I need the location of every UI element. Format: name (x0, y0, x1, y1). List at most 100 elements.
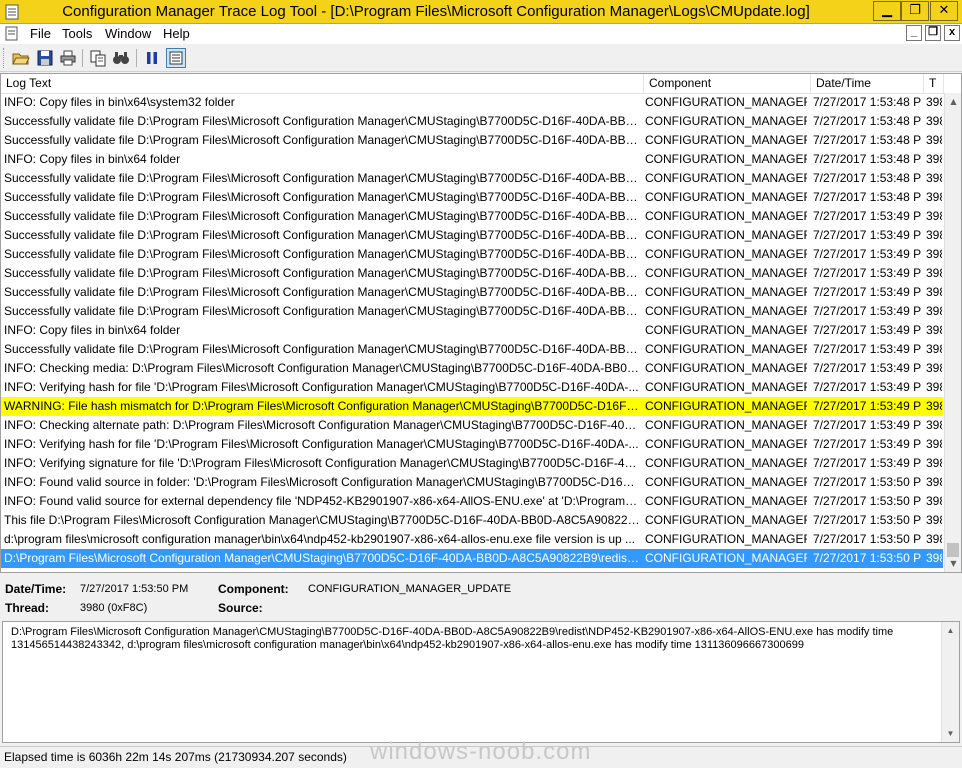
thread-cell: 398 (926, 266, 942, 280)
table-row[interactable]: Successfully validate file D:\Program Fi… (1, 169, 943, 188)
thread-cell: 398 (926, 532, 942, 546)
component-cell: CONFIGURATION_MANAGER_ (645, 513, 807, 527)
log-text-cell: Successfully validate file D:\Program Fi… (4, 304, 640, 318)
table-row[interactable]: Successfully validate file D:\Program Fi… (1, 131, 943, 150)
table-row[interactable]: Successfully validate file D:\Program Fi… (1, 207, 943, 226)
pause-icon[interactable] (142, 48, 162, 68)
toolbar-grip[interactable] (3, 48, 7, 68)
menu-bar: File Tools Window Help _ ❐ x (0, 24, 962, 44)
highlight-icon[interactable] (166, 48, 186, 68)
datetime-cell: 7/27/2017 1:53:49 PM (813, 304, 921, 318)
scroll-down-icon[interactable]: ▼ (942, 725, 959, 742)
log-text-cell: Successfully validate file D:\Program Fi… (4, 228, 640, 242)
menu-window[interactable]: Window (105, 26, 151, 41)
message-text: D:\Program Files\Microsoft Configuration… (11, 626, 931, 652)
menu-file[interactable]: File (30, 26, 51, 41)
component-cell: CONFIGURATION_MANAGER_ (645, 171, 807, 185)
log-text-cell: INFO: Checking alternate path: D:\Progra… (4, 418, 640, 432)
thread-cell: 398 (926, 171, 942, 185)
thread-cell: 398 (926, 399, 942, 413)
column-header-log-text[interactable]: Log Text (1, 74, 644, 93)
table-row[interactable]: Successfully validate file D:\Program Fi… (1, 226, 943, 245)
table-row[interactable]: Successfully validate file D:\Program Fi… (1, 112, 943, 131)
minimize-button[interactable]: ▁ (873, 1, 901, 21)
open-icon[interactable] (11, 48, 31, 68)
table-row[interactable]: INFO: Found valid source for external de… (1, 492, 943, 511)
datetime-cell: 7/27/2017 1:53:48 PM (813, 190, 921, 204)
datetime-label: Date/Time: (5, 582, 67, 596)
table-row[interactable]: INFO: Copy files in bin\x64 folder CONFIG… (1, 150, 943, 169)
component-cell: CONFIGURATION_MANAGER_ (645, 209, 807, 223)
scroll-down-icon[interactable]: ▼ (945, 555, 961, 572)
component-cell: CONFIGURATION_MANAGER_ (645, 418, 807, 432)
component-cell: CONFIGURATION_MANAGER_ (645, 494, 807, 508)
table-row[interactable]: INFO: Verifying hash for file 'D:\Progra… (1, 435, 943, 454)
table-row[interactable]: This file D:\Program Files\Microsoft Con… (1, 511, 943, 530)
datetime-cell: 7/27/2017 1:53:50 PM (813, 513, 921, 527)
message-line: 131456514438243342, d:\program files\mic… (11, 639, 804, 651)
thread-cell: 398 (926, 228, 942, 242)
log-text-cell: d:\program files\microsoft configuration… (4, 532, 636, 546)
table-row[interactable]: Successfully validate file D:\Program Fi… (1, 264, 943, 283)
title-bar: Configuration Manager Trace Log Tool - [… (0, 0, 962, 24)
component-cell: CONFIGURATION_MANAGER_ (645, 323, 807, 337)
scroll-up-icon[interactable]: ▲ (942, 622, 959, 639)
table-row[interactable]: D:\Program Files\Microsoft Configuration… (1, 549, 943, 568)
table-row[interactable]: WARNING: File hash mismatch for D:\Progr… (1, 397, 943, 416)
datetime-cell: 7/27/2017 1:53:49 PM (813, 399, 921, 413)
table-row[interactable]: INFO: Verifying hash for file 'D:\Progra… (1, 378, 943, 397)
thread-cell: 398 (926, 551, 942, 565)
component-cell: CONFIGURATION_MANAGER_ (645, 475, 807, 489)
menu-tools[interactable]: Tools (62, 26, 92, 41)
copy-icon[interactable] (88, 48, 108, 68)
table-row[interactable]: INFO: Copy files in bin\x64\system32 fol… (1, 93, 943, 112)
table-row[interactable]: INFO: Copy files in bin\x64 folder CONFIG… (1, 321, 943, 340)
datetime-cell: 7/27/2017 1:53:49 PM (813, 361, 921, 375)
column-header-datetime[interactable]: Date/Time (811, 74, 924, 93)
thread-cell: 398 (926, 418, 942, 432)
find-icon[interactable] (111, 48, 131, 68)
message-scrollbar[interactable]: ▲ ▼ (941, 622, 959, 742)
print-icon[interactable] (58, 48, 78, 68)
datetime-cell: 7/27/2017 1:53:48 PM (813, 95, 921, 109)
table-row[interactable]: Successfully validate file D:\Program Fi… (1, 188, 943, 207)
datetime-cell: 7/27/2017 1:53:49 PM (813, 380, 921, 394)
mdi-close-button[interactable]: x (944, 25, 960, 41)
save-icon[interactable] (35, 48, 55, 68)
window-title: Configuration Manager Trace Log Tool - [… (62, 3, 810, 20)
datetime-cell: 7/27/2017 1:53:48 PM (813, 152, 921, 166)
thread-cell: 398 (926, 247, 942, 261)
toolbar-separator (82, 49, 83, 67)
grid-scrollbar[interactable]: ▲ ▼ (944, 93, 961, 572)
thread-cell: 398 (926, 361, 942, 375)
toolbar (0, 44, 962, 72)
table-row[interactable]: d:\program files\microsoft configuration… (1, 530, 943, 549)
component-cell: CONFIGURATION_MANAGER_ (645, 380, 807, 394)
column-header-thread[interactable]: T (924, 74, 944, 93)
table-row[interactable]: Successfully validate file D:\Program Fi… (1, 283, 943, 302)
table-row[interactable]: Successfully validate file D:\Program Fi… (1, 340, 943, 359)
mdi-minimize-button[interactable]: _ (906, 25, 922, 41)
mdi-restore-button[interactable]: ❐ (925, 25, 941, 41)
thread-cell: 398 (926, 304, 942, 318)
close-button[interactable]: ✕ (930, 1, 958, 21)
message-pane[interactable]: D:\Program Files\Microsoft Configuration… (2, 621, 960, 743)
log-text-cell: INFO: Copy files in bin\x64 folder (4, 152, 181, 166)
maximize-button[interactable]: ❐ (901, 1, 929, 21)
thread-value: 3980 (0xF8C) (80, 602, 148, 614)
table-row[interactable]: INFO: Checking alternate path: D:\Progra… (1, 416, 943, 435)
component-cell: CONFIGURATION_MANAGER_ (645, 247, 807, 261)
menu-help[interactable]: Help (163, 26, 190, 41)
table-row[interactable]: Successfully validate file D:\Program Fi… (1, 245, 943, 264)
table-row[interactable]: Successfully validate file D:\Program Fi… (1, 302, 943, 321)
datetime-cell: 7/27/2017 1:53:49 PM (813, 418, 921, 432)
scroll-up-icon[interactable]: ▲ (945, 93, 961, 110)
thread-label: Thread: (5, 601, 50, 615)
component-cell: CONFIGURATION_MANAGER_ (645, 114, 807, 128)
table-row[interactable]: INFO: Found valid source in folder: 'D:\… (1, 473, 943, 492)
datetime-cell: 7/27/2017 1:53:49 PM (813, 266, 921, 280)
table-row[interactable]: INFO: Verifying signature for file 'D:\P… (1, 454, 943, 473)
column-header-component[interactable]: Component (644, 74, 811, 93)
component-cell: CONFIGURATION_MANAGER_ (645, 266, 807, 280)
table-row[interactable]: INFO: Checking media: D:\Program Files\M… (1, 359, 943, 378)
